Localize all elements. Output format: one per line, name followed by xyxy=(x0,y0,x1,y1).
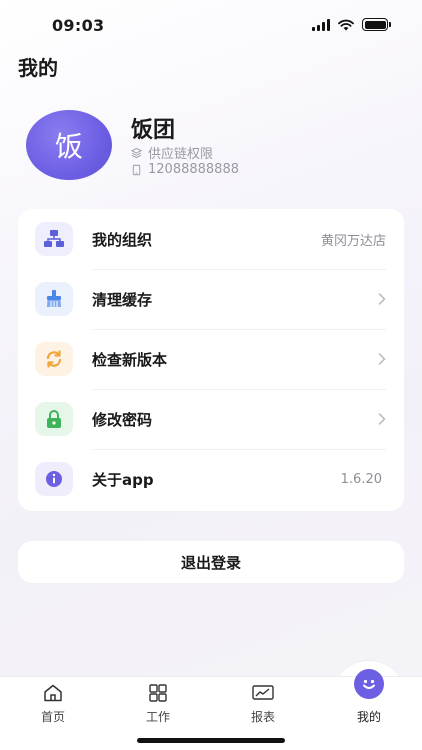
organization-icon xyxy=(35,222,73,256)
menu-item-label: 关于app xyxy=(92,470,154,489)
status-time: 09:03 xyxy=(52,16,105,35)
home-icon xyxy=(43,683,63,703)
menu-item-organization[interactable]: 我的组织 黄冈万达店 xyxy=(18,209,404,269)
tab-label: 首页 xyxy=(40,710,65,724)
info-icon xyxy=(35,462,73,496)
logout-button[interactable]: 退出登录 xyxy=(18,541,404,583)
layers-icon xyxy=(131,147,142,158)
menu-item-about[interactable]: 关于app 1.6.20 xyxy=(18,449,404,509)
chevron-right-icon xyxy=(378,293,386,305)
organization-value: 黄冈万达店 xyxy=(320,233,386,249)
menu-item-clear-cache[interactable]: 清理缓存 xyxy=(18,269,404,329)
phone-icon xyxy=(132,164,141,175)
tab-label: 我的 xyxy=(356,710,381,724)
page-title: 我的 xyxy=(18,56,58,80)
menu-item-label: 修改密码 xyxy=(92,410,153,429)
tab-label: 工作 xyxy=(145,710,170,724)
grid-icon xyxy=(149,683,167,703)
status-bar: 09:03 xyxy=(0,0,422,50)
user-name: 饭团 xyxy=(131,118,176,143)
menu-item-label: 清理缓存 xyxy=(92,290,153,309)
lock-icon xyxy=(35,402,73,436)
tab-reports[interactable]: 报表 xyxy=(233,683,293,725)
wifi-icon xyxy=(338,19,354,30)
user-phone: 12088888888 xyxy=(131,162,239,177)
user-role: 供应链权限 xyxy=(131,143,213,162)
user-role-text: 供应链权限 xyxy=(148,147,214,162)
avatar[interactable]: 饭 xyxy=(26,110,112,180)
home-indicator xyxy=(137,738,285,743)
settings-menu: 我的组织 黄冈万达店 清理缓存 检查新版本 修改密码 关于app 1.6.20 xyxy=(18,209,404,511)
tab-label: 报表 xyxy=(250,710,275,724)
menu-item-label: 检查新版本 xyxy=(92,350,168,369)
refresh-icon xyxy=(35,342,73,376)
app-version: 1.6.20 xyxy=(340,471,382,487)
smile-icon[interactable] xyxy=(354,669,384,699)
cellular-signal-icon xyxy=(312,18,330,31)
chart-icon xyxy=(252,683,274,703)
menu-item-check-update[interactable]: 检查新版本 xyxy=(18,329,404,389)
user-phone-text: 12088888888 xyxy=(148,162,239,177)
menu-item-change-password[interactable]: 修改密码 xyxy=(18,389,404,449)
broom-icon xyxy=(35,282,73,316)
status-icons xyxy=(312,18,391,31)
chevron-right-icon xyxy=(378,353,386,365)
avatar-text: 饭 xyxy=(54,130,83,163)
battery-icon xyxy=(362,18,391,31)
tab-home[interactable]: 首页 xyxy=(23,683,83,725)
menu-item-label: 我的组织 xyxy=(92,230,153,249)
chevron-right-icon xyxy=(378,413,386,425)
tab-work[interactable]: 工作 xyxy=(128,683,188,725)
